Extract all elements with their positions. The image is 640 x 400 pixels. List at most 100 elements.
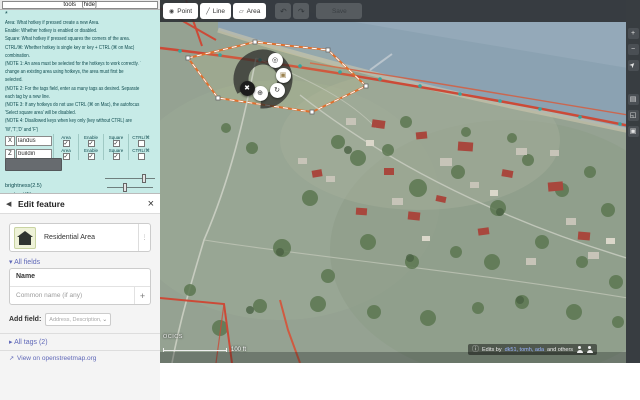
preset-info-button[interactable]: ⋮ [138,224,150,251]
help-line: each tag by a new line. [5,93,141,101]
brightness-slider-thumb[interactable] [142,174,146,183]
enable-checkbox-cell: Enable ✓ [78,147,103,160]
app-window: tools [hide] * Area: What hotkey if pres… [0,0,640,400]
square-checkbox-cell: Square ✓ [103,134,128,147]
ctrl-column-label: CTRL/⌘ [132,148,150,153]
contributor-avatar-icon[interactable] [586,346,593,353]
brightness-slider-track[interactable] [105,178,155,179]
aerial-map-canvas[interactable]: ◉ Point ╱ Line ▱ Area ↶ ↷ Save + − ➤ ▤ ◱ [160,0,640,363]
help-line: 'W','T','D' and 'F') [5,126,141,134]
circularize-button[interactable]: ◎ [268,53,283,68]
circularize-icon: ◎ [272,57,278,64]
ctrl-checkbox[interactable] [138,140,145,147]
enable-checkbox-cell: Enable ✓ [78,134,103,147]
contrast-slider-row: contrast(1) [5,183,155,192]
help-line: Square: What hotkey if pressed squares t… [5,35,141,43]
zoom-out-button[interactable]: − [628,44,639,55]
note-star: * [5,11,8,18]
help-icon: ▣ [630,128,637,135]
help-button[interactable]: ▣ [628,126,639,137]
map-controls-rail: + − ➤ ▤ ◱ ▣ [626,0,640,363]
help-line: (NOTE 3: If any hotkeys do not use CTRL … [5,101,141,109]
help-line: CTRL/⌘: Whether hotkey is single key or … [5,44,141,52]
preset-card-residential-area[interactable]: Residential Area ⋮ [9,223,151,252]
enable-checkbox[interactable]: ✓ [88,153,95,160]
help-line: (NOTE 1: An area must be selected for th… [5,60,141,68]
add-field-label: Add field: [9,316,41,323]
scale-label: 100 ft [231,347,246,353]
external-link-icon: ↗ [9,355,14,362]
hotkey-tools-panel: * Area: What hotkey if pressed create a … [0,10,160,193]
rotate-button[interactable]: ↻ [270,83,285,98]
back-icon[interactable]: ◀ [6,200,11,208]
help-line: (NOTE 4: Disallowed keys when key only (… [5,117,141,125]
square-checkbox[interactable]: ✓ [113,140,120,147]
edit-feature-title: Edit feature [18,199,65,209]
scale-bar: 100 ft [163,347,246,353]
geolocate-button[interactable]: ➤ [628,60,639,71]
help-line: change an existing area using hotkeys, t… [5,68,141,76]
view-on-osm-link[interactable]: ↗ View on openstreetmap.org [9,355,96,362]
area-button[interactable]: ▱ Area [233,3,266,19]
help-line: 'Select square area' will be disabled. [5,109,141,117]
rotate-icon: ↻ [274,87,280,94]
ctrl-checkbox-cell: CTRL/⌘ [128,147,153,160]
edit-feature-header: ◀ Edit feature × [0,194,160,214]
name-input[interactable] [10,287,134,304]
attribution-user-links[interactable]: dk51, tomh, ada [505,347,544,353]
ctrl-column-label: CTRL/⌘ [132,135,150,140]
map-data-button[interactable]: ◱ [628,110,639,121]
contrast-slider-track[interactable] [107,187,153,188]
redo-button[interactable]: ↷ [293,3,309,19]
zoom-in-button[interactable]: + [628,28,639,39]
hotkey-tag-input[interactable] [16,136,52,146]
apply-settings-button[interactable] [5,158,62,171]
house-icon [14,227,36,249]
orthogonalize-button[interactable]: ▣ [276,68,291,83]
help-line: selected. [5,76,141,84]
enable-column-label: Enable [84,148,98,153]
info-icon[interactable]: ⓘ [472,345,479,355]
map-toolbar: ◉ Point ╱ Line ▱ Area ↶ ↷ Save [160,0,640,22]
point-button[interactable]: ◉ Point [163,3,198,19]
all-fields-toggle[interactable]: ▾ All fields [9,258,40,266]
imagery-label: OCICS [163,334,183,340]
brightness-slider-row: brightness(2.5) [5,174,155,183]
geolocate-icon: ➤ [627,60,639,72]
line-button[interactable]: ╱ Line [200,3,231,19]
enable-checkbox[interactable]: ✓ [88,140,95,147]
layers-icon: ▤ [630,96,637,103]
redo-icon: ↷ [298,7,305,16]
radial-edit-menu: ◎ ▣ ↻ ⊕ ✖ [230,44,300,114]
square-checkbox-cell: Square ✓ [103,147,128,160]
attribution-suffix: and others [547,347,573,353]
hide-link[interactable]: [hide] [82,2,97,8]
attribution-prefix: Edits by [482,347,502,353]
ctrl-checkbox[interactable] [138,153,145,160]
add-translation-button[interactable]: + [134,287,150,304]
tools-popup-title: tools [63,2,76,8]
contributor-avatar-icon[interactable] [576,346,583,353]
hotkey-key-field[interactable]: X [5,136,15,146]
delete-button[interactable]: ✖ [240,81,255,96]
delete-icon: ✖ [244,85,250,92]
move-button[interactable]: ⊕ [253,86,268,101]
area-icon: ▱ [239,8,244,15]
close-icon[interactable]: × [148,198,154,210]
scale-line [163,348,227,352]
help-line: Area: What hotkey if pressed create a ne… [5,19,141,27]
square-checkbox[interactable]: ✓ [113,153,120,160]
all-tags-toggle[interactable]: ▸ All tags (2) [9,338,48,346]
help-line: (NOTE 2: For the tags field, enter as ma… [5,85,141,93]
background-settings-button[interactable]: ▤ [628,94,639,105]
area-checkbox[interactable]: ✓ [63,140,70,147]
area-checkbox[interactable]: ✓ [63,153,70,160]
preset-name: Residential Area [44,234,138,241]
undo-button[interactable]: ↶ [275,3,291,19]
help-line: combination. [5,52,141,60]
point-icon: ◉ [169,8,174,15]
add-field-select[interactable]: Address, Description, Etc ⌄ [45,313,111,326]
contrast-slider-thumb[interactable] [123,183,127,192]
save-button[interactable]: Save [316,3,362,19]
help-line: Enable: Whether hotkey is enabled or dis… [5,27,141,35]
